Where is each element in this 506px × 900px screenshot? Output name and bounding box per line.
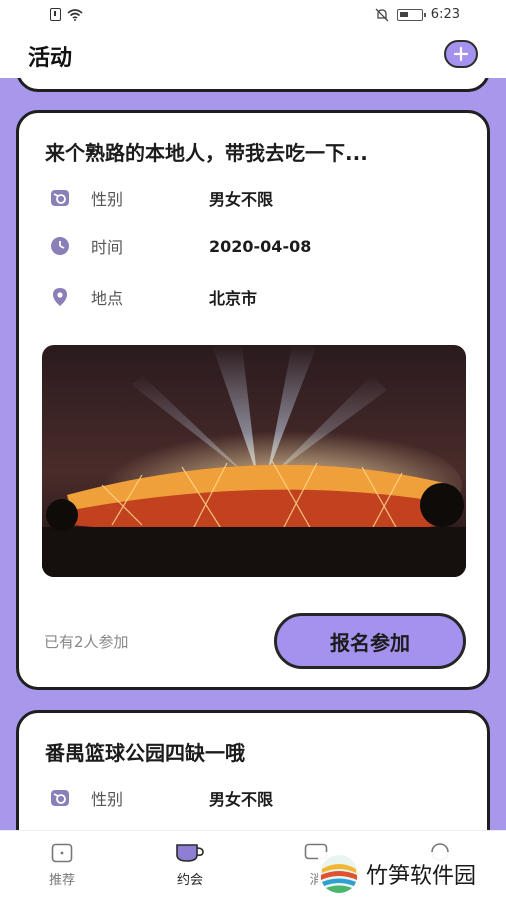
plus-icon <box>454 47 468 61</box>
location-row: 地点 北京市 <box>49 284 469 310</box>
activity-title: 番禺篮球公园四缺一哦 <box>45 741 245 765</box>
gender-icon <box>49 187 71 209</box>
time-label: 时间 <box>91 238 124 257</box>
participants-count: 已有2人参加 <box>44 633 129 651</box>
activity-card[interactable]: 番禺篮球公园四缺一哦 性别 男女不限 <box>16 710 490 830</box>
battery-icon <box>396 8 426 21</box>
time-value: 2020-04-08 <box>209 236 312 256</box>
tab-dating[interactable]: 约会 <box>150 843 230 888</box>
bamboo-logo-icon <box>320 855 358 893</box>
header: 活动 <box>0 32 506 78</box>
gender-row: 性别 男女不限 <box>49 785 469 811</box>
bell-off-icon <box>375 8 389 21</box>
status-time: 6:23 <box>430 7 460 22</box>
sim-icon <box>50 8 61 21</box>
location-label: 地点 <box>91 289 124 308</box>
activity-title: 来个熟路的本地人，带我去吃一下... <box>45 141 368 165</box>
coffee-cup-icon <box>176 844 204 862</box>
location-pin-icon <box>49 286 71 308</box>
page-title: 活动 <box>28 46 73 71</box>
status-right: 6:23 <box>375 7 460 22</box>
watermark-text: 竹笋软件园 <box>366 864 477 889</box>
watermark: 竹笋软件园 <box>318 852 500 896</box>
activity-photo[interactable] <box>42 345 466 577</box>
join-button[interactable]: 报名参加 <box>274 613 466 669</box>
activity-list[interactable]: 来个熟路的本地人，带我去吃一下... 性别 男女不限 时间 2020-04-08… <box>0 78 506 830</box>
gender-value: 男女不限 <box>209 790 274 809</box>
status-left <box>50 8 83 21</box>
status-bar: 6:23 <box>0 0 506 32</box>
recommend-icon <box>51 843 73 863</box>
tab-recommend-label: 推荐 <box>48 873 75 888</box>
gender-label: 性别 <box>91 790 124 809</box>
time-row: 时间 2020-04-08 <box>49 233 469 259</box>
add-activity-button[interactable] <box>444 40 478 68</box>
gender-label: 性别 <box>91 190 124 209</box>
tab-recommend[interactable]: 推荐 <box>22 843 102 888</box>
tab-dating-label: 约会 <box>176 873 203 888</box>
gender-row: 性别 男女不限 <box>49 185 469 211</box>
location-value: 北京市 <box>209 289 258 308</box>
clock-icon <box>49 235 71 257</box>
gender-icon <box>49 787 71 809</box>
previous-card[interactable] <box>16 78 490 92</box>
wifi-icon <box>67 8 83 21</box>
gender-value: 男女不限 <box>209 190 274 209</box>
activity-card[interactable]: 来个熟路的本地人，带我去吃一下... 性别 男女不限 时间 2020-04-08… <box>16 110 490 690</box>
